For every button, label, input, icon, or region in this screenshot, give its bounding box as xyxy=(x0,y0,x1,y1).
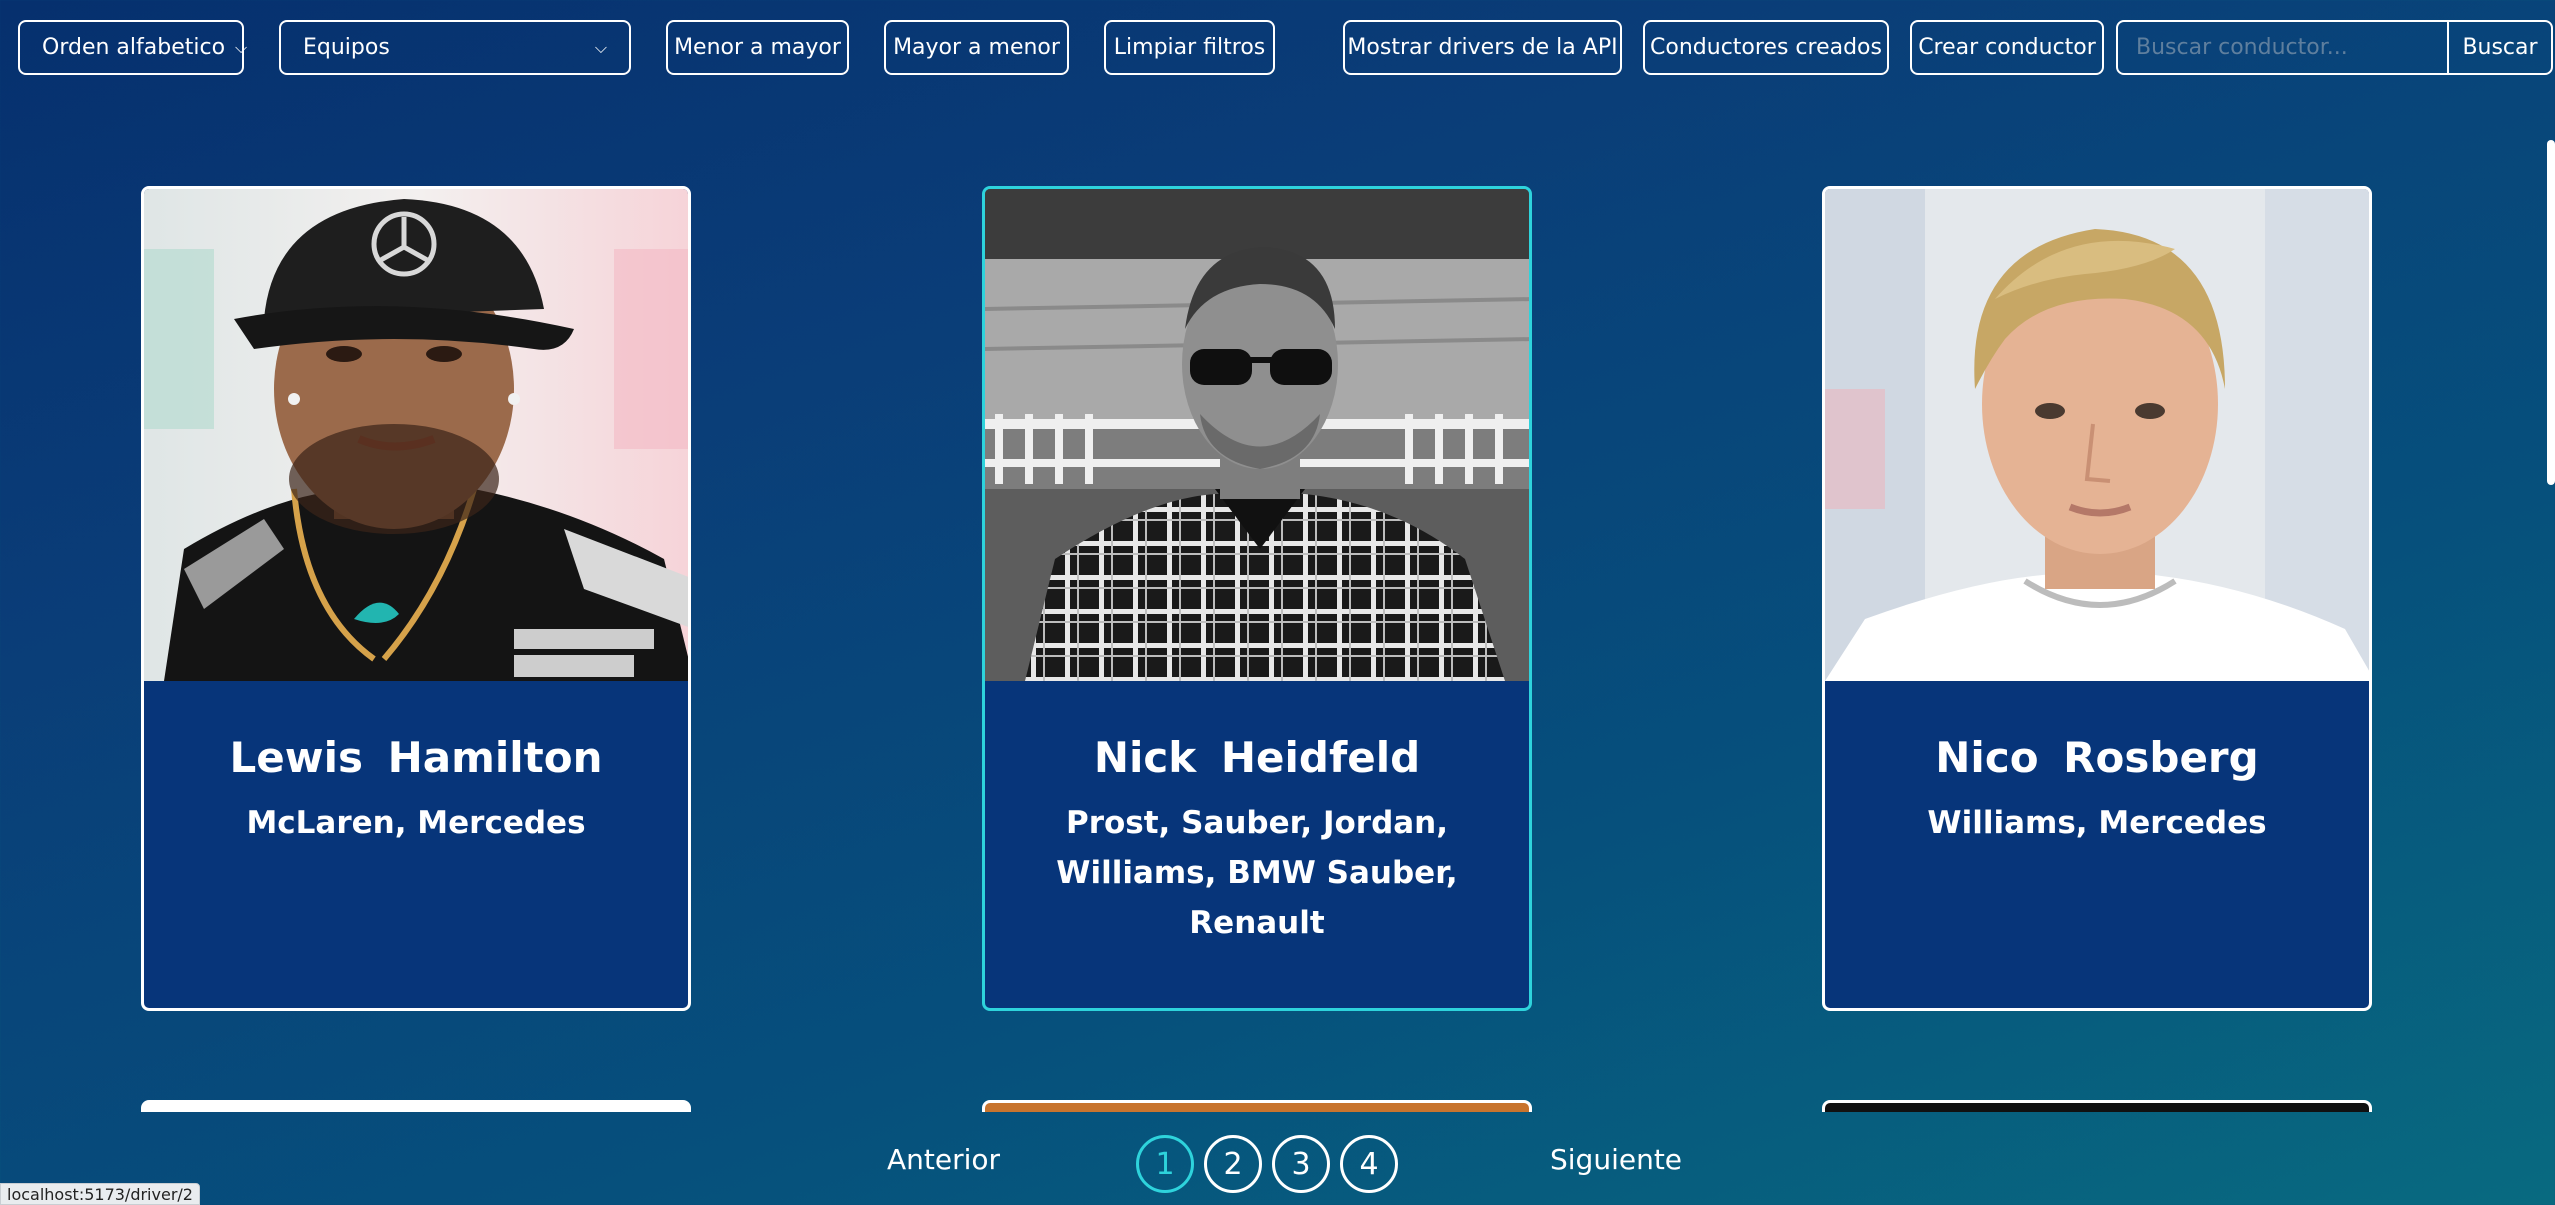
prev-page-button[interactable]: Anterior xyxy=(887,1143,1000,1176)
driver-card[interactable]: Lewis Hamilton McLaren, Mercedes xyxy=(141,186,691,1011)
page-button-2[interactable]: 2 xyxy=(1204,1135,1262,1193)
chevron-down-icon: ⌵ xyxy=(594,37,607,57)
driver-teams: Williams, Mercedes xyxy=(1927,805,2267,841)
sort-alpha-label: Orden alfabetico xyxy=(42,35,226,60)
driver-card[interactable]: Nick Heidfeld Prost, Sauber, Jordan, Wil… xyxy=(982,186,1532,1011)
page-button-1[interactable]: 1 xyxy=(1136,1135,1194,1193)
driver-photo xyxy=(985,189,1529,681)
driver-info: Lewis Hamilton McLaren, Mercedes xyxy=(144,681,688,1008)
scrollbar-thumb[interactable] xyxy=(2547,140,2555,485)
chevron-down-icon: ⌵ xyxy=(235,37,248,57)
search-bar: Buscar xyxy=(2116,20,2553,75)
page-button-3[interactable]: 3 xyxy=(1272,1135,1330,1193)
sort-asc-button[interactable]: Menor a mayor xyxy=(666,20,849,75)
created-drivers-button[interactable]: Conductores creados xyxy=(1643,20,1889,75)
driver-portrait-image xyxy=(985,189,1529,681)
teams-select[interactable]: Equipos ⌵ xyxy=(279,20,631,75)
search-button[interactable]: Buscar xyxy=(2449,22,2551,73)
driver-name: Nico Rosberg xyxy=(1935,733,2259,782)
driver-portrait-image xyxy=(144,189,688,681)
driver-card-partial[interactable] xyxy=(141,1100,691,1112)
driver-photo xyxy=(144,189,688,681)
sort-alpha-select[interactable]: Orden alfabetico ⌵ xyxy=(18,20,248,75)
driver-name: Lewis Hamilton xyxy=(229,733,603,782)
driver-card[interactable]: Nico Rosberg Williams, Mercedes xyxy=(1822,186,2372,1011)
clear-filters-button[interactable]: Limpiar filtros xyxy=(1104,20,1275,75)
search-input[interactable] xyxy=(2118,22,2449,73)
sort-desc-button[interactable]: Mayor a menor xyxy=(884,20,1069,75)
filter-toolbar: Orden alfabetico ⌵ Equipos ⌵ Menor a may… xyxy=(18,20,2553,75)
api-drivers-button[interactable]: Mostrar drivers de la API xyxy=(1343,20,1622,75)
teams-select-label: Equipos xyxy=(303,35,390,60)
driver-info: Nico Rosberg Williams, Mercedes xyxy=(1825,681,2369,1008)
driver-teams: Prost, Sauber, Jordan, Williams, BMW Sau… xyxy=(1056,805,1458,941)
driver-info: Nick Heidfeld Prost, Sauber, Jordan, Wil… xyxy=(985,681,1529,1008)
driver-name: Nick Heidfeld xyxy=(1093,733,1421,782)
next-page-button[interactable]: Siguiente xyxy=(1550,1143,1682,1176)
create-driver-button[interactable]: Crear conductor xyxy=(1910,20,2104,75)
status-bar-url: localhost:5173/driver/2 xyxy=(0,1183,200,1205)
driver-card-partial[interactable] xyxy=(1822,1100,2372,1112)
driver-portrait-image xyxy=(1825,189,2369,681)
driver-teams: McLaren, Mercedes xyxy=(246,805,586,841)
driver-photo xyxy=(1825,189,2369,681)
page-button-4[interactable]: 4 xyxy=(1340,1135,1398,1193)
driver-card-partial[interactable] xyxy=(982,1100,1532,1112)
